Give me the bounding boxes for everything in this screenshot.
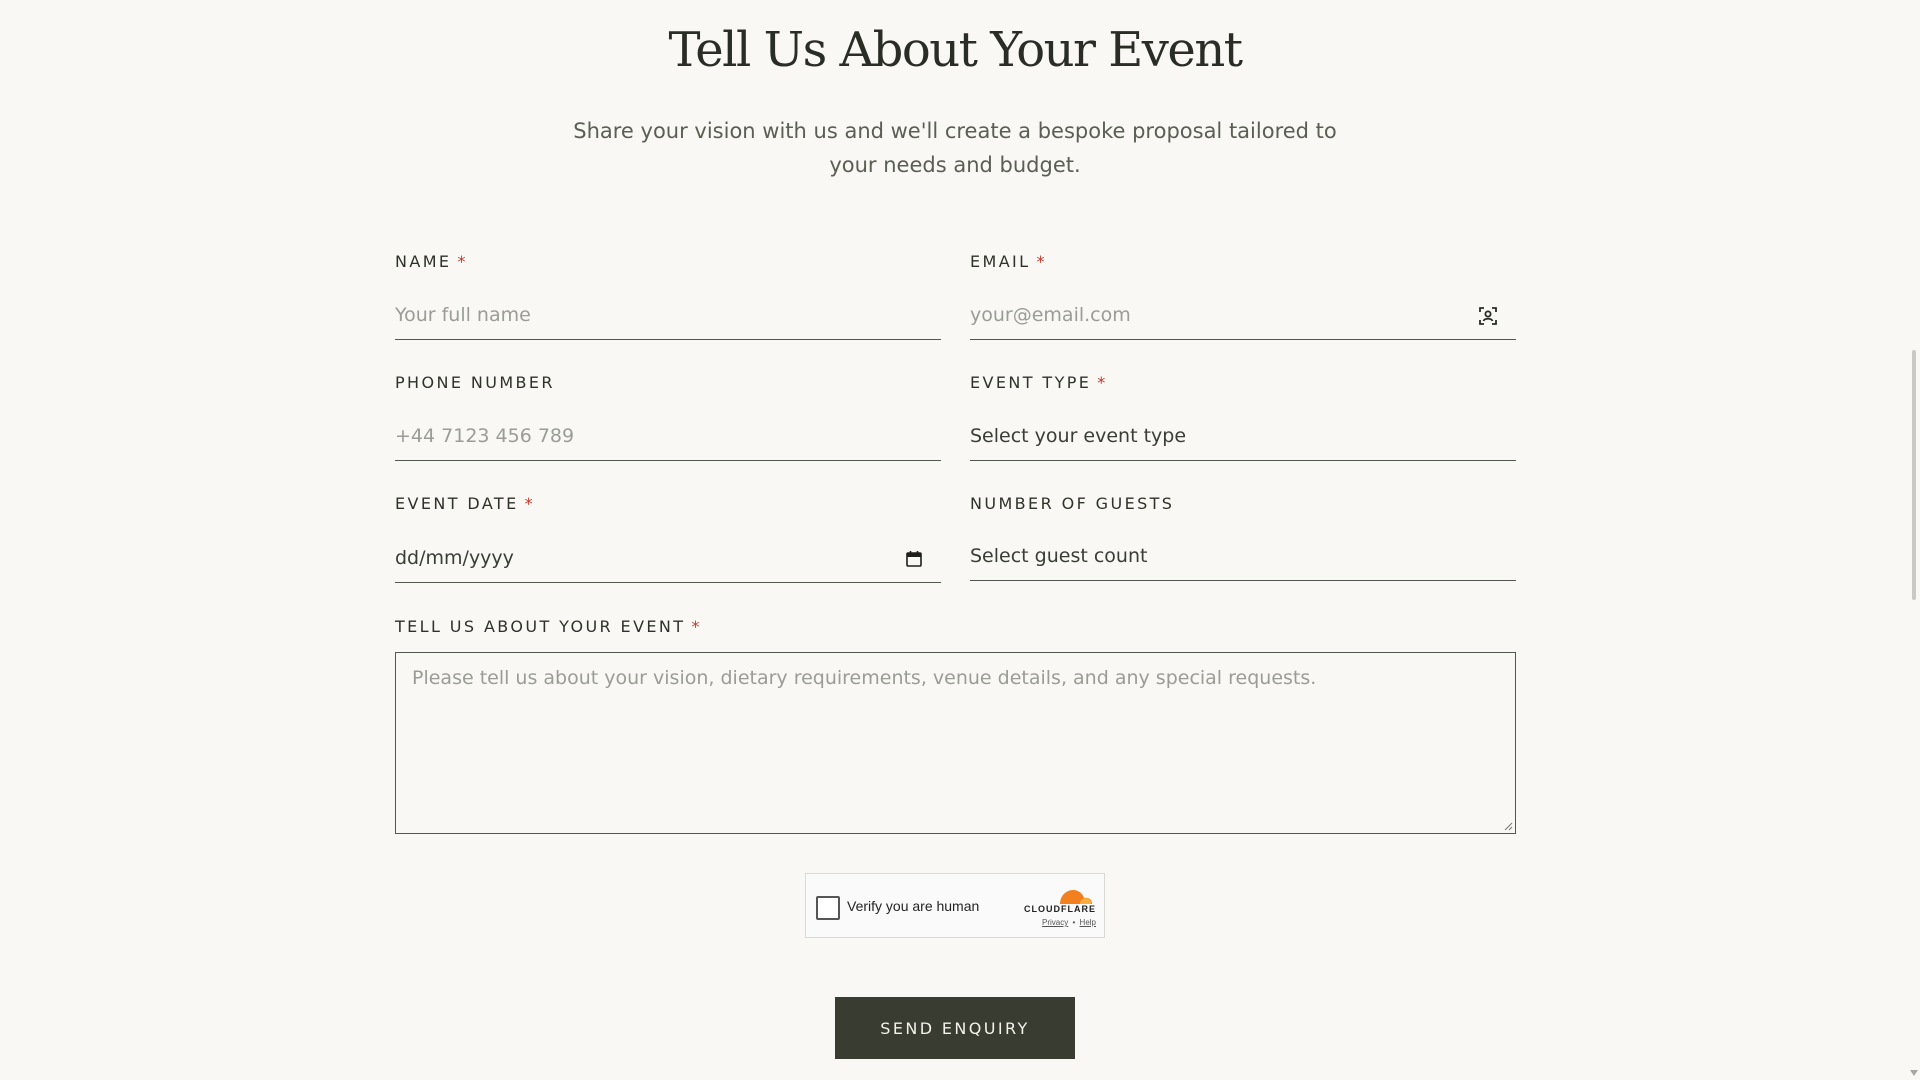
cloudflare-brand: CLOUDFLARE xyxy=(1024,904,1096,914)
contact-card-icon[interactable] xyxy=(1478,306,1498,326)
phone-label: PHONE NUMBER xyxy=(395,373,555,392)
captcha-links: Privacy • Help xyxy=(1042,918,1096,927)
email-label-text: EMAIL xyxy=(970,252,1031,271)
page: Tell Us About Your Event Share your visi… xyxy=(0,0,1920,1080)
event-type-select[interactable]: Select your event type xyxy=(970,411,1516,461)
name-input[interactable]: Your full name xyxy=(395,290,941,340)
privacy-link[interactable]: Privacy xyxy=(1042,918,1068,927)
event-date-value: dd/mm/yyyy xyxy=(395,546,514,569)
details-placeholder: Please tell us about your vision, dietar… xyxy=(412,667,1317,689)
phone-label-text: PHONE NUMBER xyxy=(395,373,555,392)
event-date-label-text: EVENT DATE xyxy=(395,494,519,513)
name-placeholder: Your full name xyxy=(395,303,531,326)
help-link[interactable]: Help xyxy=(1080,918,1096,927)
link-separator: • xyxy=(1072,918,1076,927)
guests-label-text: NUMBER OF GUESTS xyxy=(970,494,1175,513)
details-label-text: TELL US ABOUT YOUR EVENT xyxy=(395,617,686,636)
required-marker: * xyxy=(524,494,536,513)
calendar-icon[interactable] xyxy=(905,550,923,568)
phone-placeholder: +44 7123 456 789 xyxy=(395,424,575,447)
details-textarea[interactable]: Please tell us about your vision, dietar… xyxy=(395,652,1516,834)
name-label-text: NAME xyxy=(395,252,452,271)
email-placeholder: your@email.com xyxy=(970,303,1131,326)
event-type-label: EVENT TYPE * xyxy=(970,373,1108,392)
guests-select[interactable]: Select guest count xyxy=(970,531,1516,581)
phone-input[interactable]: +44 7123 456 789 xyxy=(395,411,941,461)
page-title: Tell Us About Your Event xyxy=(668,22,1243,78)
guests-label: NUMBER OF GUESTS xyxy=(970,494,1174,513)
event-type-label-text: EVENT TYPE xyxy=(970,373,1092,392)
event-type-selected: Select your event type xyxy=(970,424,1187,447)
guests-selected: Select guest count xyxy=(970,544,1148,567)
email-label: EMAIL * xyxy=(970,252,1047,271)
details-label: TELL US ABOUT YOUR EVENT * xyxy=(395,617,702,636)
scrollbar[interactable] xyxy=(1908,0,1920,1080)
name-label: NAME * xyxy=(395,252,468,271)
event-date-input[interactable]: dd/mm/yyyy xyxy=(395,533,941,583)
required-marker: * xyxy=(1097,373,1108,392)
scroll-down-icon[interactable] xyxy=(1910,1070,1918,1076)
captcha-checkbox[interactable] xyxy=(816,896,840,920)
resize-grip-icon[interactable] xyxy=(1503,821,1513,831)
scrollbar-thumb[interactable] xyxy=(1912,350,1916,600)
required-marker: * xyxy=(691,617,702,636)
send-enquiry-button[interactable]: SEND ENQUIRY xyxy=(835,997,1075,1059)
event-date-label: EVENT DATE * xyxy=(395,494,535,513)
required-marker: * xyxy=(1036,252,1047,271)
page-subtitle: Share your vision with us and we'll crea… xyxy=(573,119,1337,177)
captcha-widget: Verify you are human CLOUDFLARE Privacy … xyxy=(805,873,1105,938)
required-marker: * xyxy=(457,252,468,271)
email-input[interactable]: your@email.com xyxy=(970,290,1516,340)
captcha-label: Verify you are human xyxy=(847,898,980,914)
